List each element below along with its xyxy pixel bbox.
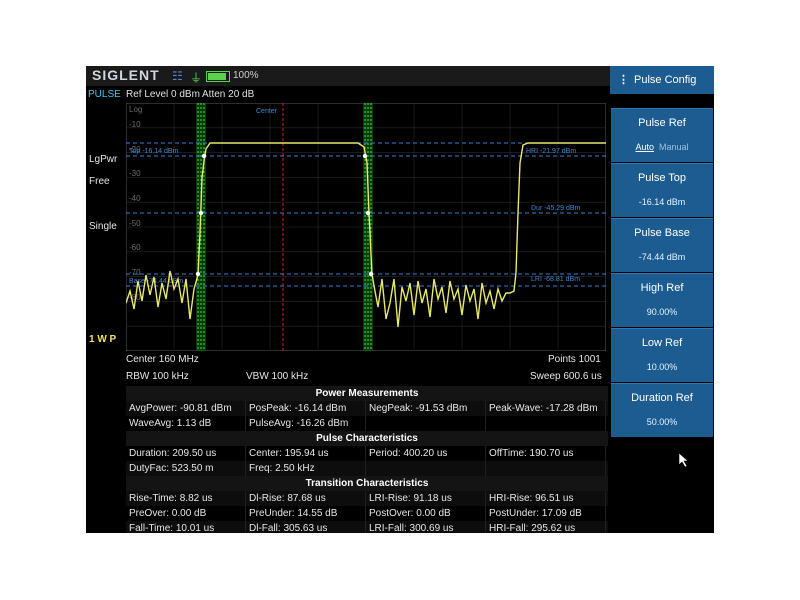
pulse-top-button[interactable]: Pulse Top -16.14 dBm bbox=[611, 163, 713, 217]
table-row: Fall-Time: 10.01 us Dl-Fall: 305.63 us LRI… bbox=[126, 521, 608, 533]
measurement-table: Power Measurements AvgPower: -90.81 dBm P… bbox=[126, 386, 608, 533]
menu-title-bar[interactable]: ⋮ Pulse Config bbox=[610, 66, 714, 94]
menu-dots-icon[interactable]: ⋮ bbox=[618, 73, 629, 86]
high-ref-button[interactable]: High Ref 90.00% bbox=[611, 273, 713, 327]
y-tick-6: -60 bbox=[129, 243, 141, 252]
duration-ref-label: Duration Ref bbox=[631, 392, 693, 404]
menu-title: Pulse Config bbox=[634, 74, 697, 86]
lri-rise-point bbox=[195, 271, 201, 277]
hri-rise-point bbox=[201, 153, 207, 159]
center-freq[interactable]: Center 160 MHz bbox=[126, 354, 199, 365]
trace-indicator[interactable]: 1 W P bbox=[89, 334, 116, 345]
ref-level[interactable]: Ref Level 0 dBm bbox=[126, 89, 200, 100]
lri-ref-label: LRI -68.81 dBm bbox=[531, 276, 580, 283]
pulse-trace-plot[interactable]: Log -10 -20 -30 -40 -50 -60 -70 -80 Cent… bbox=[126, 103, 606, 351]
table-row: AvgPower: -90.81 dBm PosPeak: -16.14 dBm N… bbox=[126, 401, 608, 416]
pulse-ref-auto[interactable]: Auto bbox=[635, 142, 654, 152]
y-tick-5: -50 bbox=[129, 219, 141, 228]
softkey-menu: ⋮ Pulse Config Pulse Ref Auto Manual Puls… bbox=[610, 66, 714, 533]
low-ref-label: Low Ref bbox=[641, 337, 683, 349]
hri-ref-label: HRI -21.97 dBm bbox=[526, 148, 576, 155]
sweep-mode-label: Single bbox=[89, 221, 117, 232]
brand-logo: SIGLENT bbox=[92, 67, 160, 83]
high-ref-label: High Ref bbox=[640, 282, 684, 294]
table-row: Rise-Time: 8.82 us Dl-Rise: 87.68 us LRI-R… bbox=[126, 491, 608, 506]
table-row: WaveAvg: 1.13 dB PulseAvg: -16.26 dBm bbox=[126, 416, 608, 431]
pulse-top-value: -16.14 dBm bbox=[638, 197, 686, 207]
trigger-label: Free bbox=[89, 176, 110, 187]
dur-fall-point bbox=[365, 210, 371, 216]
duration-ref-value: 50.00% bbox=[646, 417, 678, 427]
dur-ref-label: Dur -45.29 dBm bbox=[531, 205, 581, 212]
pulse-base-button[interactable]: Pulse Base -74.44 dBm bbox=[611, 218, 713, 272]
dur-rise-point bbox=[198, 210, 204, 216]
sweep-time[interactable]: Sweep 600.6 us bbox=[530, 371, 602, 382]
battery-percent: 100% bbox=[233, 70, 259, 81]
low-ref-value: 10.00% bbox=[646, 362, 678, 372]
y-tick-4: -40 bbox=[129, 194, 141, 203]
vbw-value[interactable]: VBW 100 kHz bbox=[246, 371, 308, 382]
table-row: DutyFac: 523.50 m Freq: 2.50 kHz bbox=[126, 461, 608, 476]
points-count[interactable]: Points 1001 bbox=[548, 354, 601, 365]
pulse-base-value: -74.44 dBm bbox=[638, 252, 686, 262]
duration-ref-button[interactable]: Duration Ref 50.00% bbox=[611, 383, 713, 437]
top-ref-label: Top -16.14 dBm bbox=[129, 148, 179, 155]
mouse-pointer-icon bbox=[678, 452, 689, 468]
power-section-title: Power Measurements bbox=[126, 386, 608, 401]
y-tick-1: -10 bbox=[129, 120, 141, 129]
status-bar: SIGLENT ☷ ⏚ 100% bbox=[86, 66, 610, 86]
transition-section-title: Transition Characteristics bbox=[126, 476, 608, 491]
table-row: Duration: 209.50 us Center: 195.94 us Peri… bbox=[126, 446, 608, 461]
analyzer-screen: SIGLENT ☷ ⏚ 100% PULSE Ref Level 0 dBm A… bbox=[86, 66, 714, 533]
mode-label: PULSE bbox=[88, 89, 121, 100]
detector-label: LgPwr bbox=[89, 154, 118, 165]
pulse-top-label: Pulse Top bbox=[637, 172, 687, 184]
high-ref-value: 90.00% bbox=[646, 307, 678, 317]
hri-fall-point bbox=[362, 153, 368, 159]
network-icon: ☷ bbox=[172, 69, 183, 83]
pulse-section-title: Pulse Characteristics bbox=[126, 431, 608, 446]
scale-label: Log bbox=[129, 105, 142, 114]
low-ref-button[interactable]: Low Ref 10.00% bbox=[611, 328, 713, 382]
rbw-value[interactable]: RBW 100 kHz bbox=[126, 371, 189, 382]
center-marker-label: Center bbox=[256, 108, 278, 115]
battery-icon bbox=[206, 71, 230, 82]
y-tick-7: -70 bbox=[129, 268, 141, 277]
pulse-ref-button[interactable]: Pulse Ref Auto Manual bbox=[611, 108, 713, 162]
pulse-ref-manual[interactable]: Manual bbox=[659, 142, 689, 152]
pulse-base-label: Pulse Base bbox=[634, 227, 690, 239]
table-row: PreOver: 0.00 dB PreUnder: 14.55 dB PostOv… bbox=[126, 506, 608, 521]
lri-fall-point bbox=[368, 271, 374, 277]
pulse-ref-label: Pulse Ref bbox=[638, 117, 686, 129]
power-plug-icon: ⏚ bbox=[190, 71, 203, 85]
attenuation[interactable]: Atten 20 dB bbox=[202, 89, 254, 100]
y-tick-3: -30 bbox=[129, 169, 141, 178]
